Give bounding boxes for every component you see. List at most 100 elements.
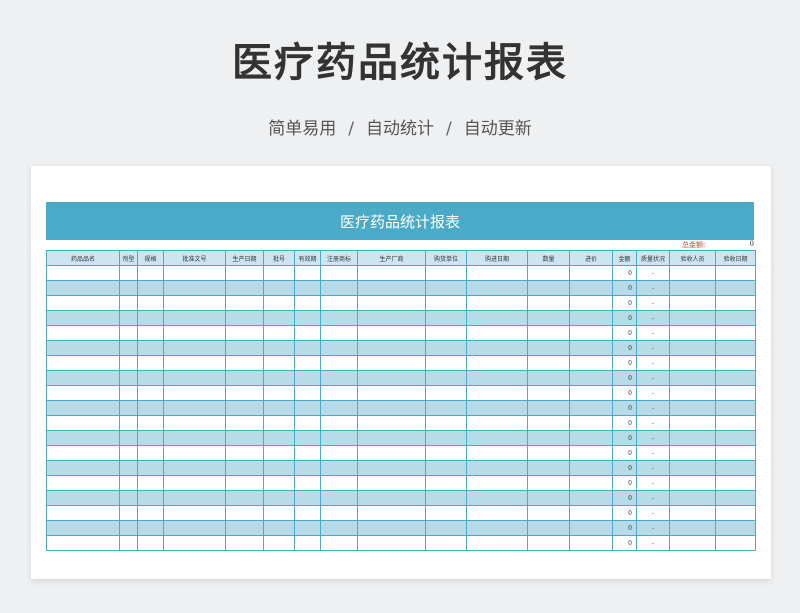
table-cell[interactable] — [527, 490, 570, 506]
table-cell[interactable] — [294, 265, 321, 281]
table-cell[interactable] — [527, 400, 570, 416]
quality-cell[interactable]: - — [636, 265, 670, 281]
quality-cell[interactable]: - — [636, 385, 670, 401]
table-cell[interactable] — [294, 460, 321, 476]
table-cell[interactable] — [163, 445, 226, 461]
quality-cell[interactable]: - — [636, 295, 670, 311]
table-cell[interactable] — [425, 505, 467, 521]
table-cell[interactable] — [320, 490, 358, 506]
table-cell[interactable] — [263, 445, 295, 461]
table-cell[interactable] — [466, 400, 528, 416]
table-cell[interactable] — [320, 430, 358, 446]
table-cell[interactable] — [669, 370, 716, 386]
table-cell[interactable] — [294, 340, 321, 356]
table-cell[interactable] — [569, 520, 613, 536]
table-cell[interactable] — [163, 415, 226, 431]
table-cell[interactable] — [466, 475, 528, 491]
table-cell[interactable] — [294, 370, 321, 386]
table-cell[interactable] — [669, 430, 716, 446]
table-cell[interactable] — [357, 430, 426, 446]
quality-cell[interactable]: - — [636, 505, 670, 521]
table-cell[interactable] — [137, 490, 164, 506]
table-cell[interactable] — [263, 295, 295, 311]
table-cell[interactable] — [225, 475, 264, 491]
table-cell[interactable] — [715, 400, 756, 416]
table-cell[interactable] — [669, 310, 716, 326]
table-cell[interactable] — [466, 385, 528, 401]
table-cell[interactable] — [294, 400, 321, 416]
table-cell[interactable] — [425, 385, 467, 401]
table-cell[interactable] — [163, 355, 226, 371]
table-cell[interactable] — [569, 490, 613, 506]
table-cell[interactable] — [225, 430, 264, 446]
table-cell[interactable] — [357, 280, 426, 296]
table-cell[interactable] — [46, 505, 120, 521]
table-cell[interactable] — [466, 340, 528, 356]
table-cell[interactable] — [137, 445, 164, 461]
table-cell[interactable] — [569, 310, 613, 326]
table-cell[interactable] — [263, 520, 295, 536]
table-cell[interactable] — [715, 295, 756, 311]
table-cell[interactable] — [225, 385, 264, 401]
table-cell[interactable] — [569, 430, 613, 446]
table-cell[interactable] — [425, 295, 467, 311]
table-cell[interactable] — [669, 400, 716, 416]
table-cell[interactable] — [669, 475, 716, 491]
amount-cell[interactable]: 0 — [612, 385, 637, 401]
table-cell[interactable] — [527, 265, 570, 281]
table-cell[interactable] — [163, 370, 226, 386]
table-cell[interactable] — [357, 475, 426, 491]
table-cell[interactable] — [294, 445, 321, 461]
table-cell[interactable] — [527, 370, 570, 386]
table-cell[interactable] — [137, 475, 164, 491]
table-cell[interactable] — [119, 265, 138, 281]
table-cell[interactable] — [569, 295, 613, 311]
table-cell[interactable] — [357, 385, 426, 401]
table-cell[interactable] — [357, 355, 426, 371]
table-cell[interactable] — [46, 460, 120, 476]
table-cell[interactable] — [119, 355, 138, 371]
table-cell[interactable] — [569, 535, 613, 551]
quality-cell[interactable]: - — [636, 460, 670, 476]
table-cell[interactable] — [320, 370, 358, 386]
table-cell[interactable] — [294, 295, 321, 311]
table-cell[interactable] — [669, 265, 716, 281]
quality-cell[interactable]: - — [636, 415, 670, 431]
table-cell[interactable] — [425, 460, 467, 476]
table-cell[interactable] — [137, 385, 164, 401]
table-cell[interactable] — [163, 430, 226, 446]
table-cell[interactable] — [137, 520, 164, 536]
table-cell[interactable] — [715, 340, 756, 356]
table-cell[interactable] — [715, 475, 756, 491]
table-cell[interactable] — [137, 505, 164, 521]
table-cell[interactable] — [294, 475, 321, 491]
table-cell[interactable] — [119, 370, 138, 386]
table-cell[interactable] — [715, 280, 756, 296]
table-cell[interactable] — [137, 325, 164, 341]
table-cell[interactable] — [263, 310, 295, 326]
table-cell[interactable] — [294, 325, 321, 341]
table-cell[interactable] — [46, 370, 120, 386]
table-cell[interactable] — [163, 505, 226, 521]
table-cell[interactable] — [425, 475, 467, 491]
table-cell[interactable] — [294, 520, 321, 536]
table-cell[interactable] — [715, 325, 756, 341]
table-cell[interactable] — [357, 415, 426, 431]
table-cell[interactable] — [46, 445, 120, 461]
table-cell[interactable] — [425, 445, 467, 461]
table-cell[interactable] — [263, 475, 295, 491]
table-cell[interactable] — [466, 280, 528, 296]
table-cell[interactable] — [263, 280, 295, 296]
table-cell[interactable] — [225, 280, 264, 296]
table-cell[interactable] — [425, 280, 467, 296]
table-cell[interactable] — [466, 445, 528, 461]
table-cell[interactable] — [263, 385, 295, 401]
table-cell[interactable] — [466, 535, 528, 551]
table-cell[interactable] — [425, 535, 467, 551]
table-cell[interactable] — [225, 340, 264, 356]
table-cell[interactable] — [119, 295, 138, 311]
table-cell[interactable] — [357, 460, 426, 476]
table-cell[interactable] — [225, 310, 264, 326]
quality-cell[interactable]: - — [636, 340, 670, 356]
table-cell[interactable] — [357, 340, 426, 356]
